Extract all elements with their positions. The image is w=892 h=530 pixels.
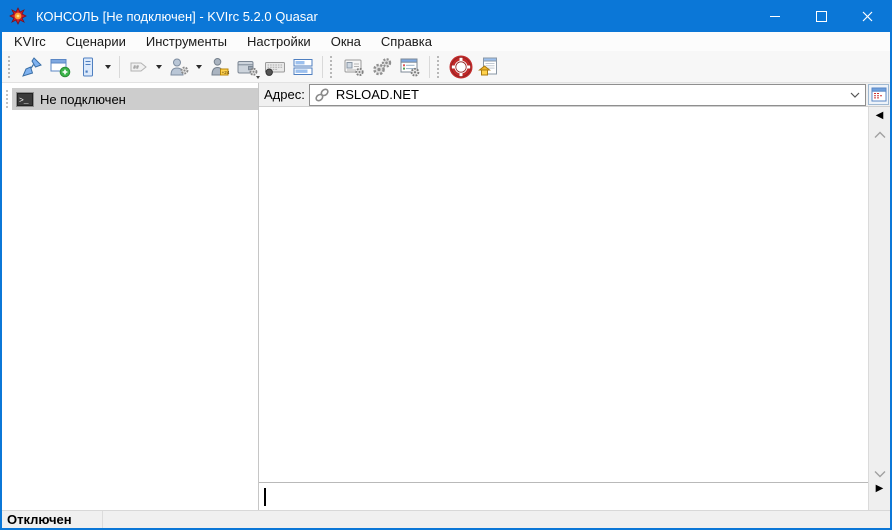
menu-help[interactable]: Справка <box>371 32 442 51</box>
collapse-right-icon[interactable]: ▶ <box>876 484 884 494</box>
user-away-badge-icon: +24 <box>211 57 230 75</box>
kvirc-window: КОНСОЛЬ [Не подключен] - KVIrc 5.2.0 Qua… <box>0 0 892 530</box>
status-bar: Отключен <box>2 510 890 528</box>
scroll-up-button[interactable] <box>874 131 886 139</box>
right-gutter: ◀ ▶ <box>868 107 890 510</box>
window-list-toggle-button[interactable] <box>868 84 889 105</box>
kvirc-flower-icon[interactable] <box>9 7 27 25</box>
servers-button[interactable] <box>74 53 102 81</box>
close-icon <box>862 11 872 21</box>
toolbar: +24 <box>2 51 890 83</box>
address-bar: Адрес: RSLOAD.NET <box>259 83 890 107</box>
gears-icon <box>373 57 392 75</box>
identity-wallet-button[interactable] <box>233 53 261 81</box>
away-button[interactable]: +24 <box>205 53 233 81</box>
menu-settings[interactable]: Настройки <box>237 32 321 51</box>
maximize-icon <box>815 10 827 22</box>
message-input[interactable] <box>259 482 868 510</box>
chevron-down-icon <box>874 471 885 478</box>
minimize-icon <box>770 15 780 17</box>
options-button[interactable] <box>368 53 396 81</box>
console-pane: Адрес: RSLOAD.NET ◀ ▶ <box>259 83 890 510</box>
window-list-item-console[interactable]: >_ Не подключен <box>12 88 258 110</box>
collapse-left-icon[interactable]: ◀ <box>876 111 884 121</box>
address-combobox[interactable]: RSLOAD.NET <box>308 83 866 106</box>
close-button[interactable] <box>844 0 890 32</box>
id-card-gear-icon <box>344 59 364 76</box>
address-dropdown[interactable] <box>847 92 863 98</box>
user-options-button[interactable] <box>165 53 193 81</box>
join-channel-button[interactable] <box>125 53 153 81</box>
chevron-down-icon <box>156 64 162 69</box>
user-wrench-icon <box>170 58 189 75</box>
toolbar-separator <box>119 55 120 78</box>
toolbar-grip[interactable] <box>437 55 443 78</box>
channel-hash-icon <box>130 62 147 71</box>
svg-text:+24: +24 <box>222 69 230 74</box>
home-document-icon <box>478 57 497 75</box>
console-output <box>259 107 868 482</box>
menu-scripts[interactable]: Сценарии <box>56 32 136 51</box>
join-channel-dropdown[interactable] <box>153 53 165 81</box>
wallet-gear-icon <box>237 60 258 76</box>
toolbar-separator <box>429 55 430 78</box>
window-list-body: >_ Не подключен <box>12 88 258 510</box>
address-label: Адрес: <box>264 87 305 102</box>
lifebuoy-icon <box>449 55 473 78</box>
server-icon <box>83 57 93 76</box>
identity-button[interactable] <box>340 53 368 81</box>
console-wrap: ◀ ▶ <box>259 107 890 510</box>
menu-tools[interactable]: Инструменты <box>136 32 237 51</box>
plug-connect-icon <box>22 56 42 77</box>
window-title: КОНСОЛЬ [Не подключен] - KVIrc 5.2.0 Qua… <box>36 8 318 24</box>
chevron-down-icon <box>196 64 202 69</box>
toolbar-grip[interactable] <box>8 55 14 78</box>
maximize-button[interactable] <box>798 0 844 32</box>
main-area: >_ Не подключен Адрес: RSLOAD.NET ◀ ▶ <box>2 83 890 510</box>
window-list-item-label: Не подключен <box>40 91 126 107</box>
text-caret <box>264 487 266 506</box>
address-value: RSLOAD.NET <box>335 87 419 102</box>
chain-link-icon <box>315 87 329 102</box>
scroll-down-button[interactable] <box>874 470 886 478</box>
svg-text:>_: >_ <box>19 96 29 105</box>
connection-status: Отключен <box>2 511 103 528</box>
grip-dots-icon <box>6 90 8 108</box>
window-plus-icon <box>50 58 71 77</box>
window-list-panel: >_ Не подключен <box>2 83 259 510</box>
keyboard-icon <box>265 61 285 76</box>
menu-kvirc[interactable]: KVIrc <box>4 32 56 51</box>
chevron-up-icon <box>874 131 885 138</box>
toolbar-separator <box>322 55 323 78</box>
toolbar-grip[interactable] <box>330 55 336 78</box>
window-list-grip[interactable] <box>2 88 12 510</box>
window-gear-icon <box>400 58 420 77</box>
console-column <box>259 107 868 510</box>
input-style-button[interactable] <box>289 53 317 81</box>
keyboard-button[interactable] <box>261 53 289 81</box>
new-console-button[interactable] <box>46 53 74 81</box>
titlebar: КОНСОЛЬ [Не подключен] - KVIrc 5.2.0 Qua… <box>2 0 890 32</box>
chevron-down-icon <box>850 92 860 98</box>
chevron-down-icon <box>105 64 111 69</box>
help-button[interactable] <box>447 53 475 81</box>
connect-button[interactable] <box>18 53 46 81</box>
servers-dropdown[interactable] <box>102 53 114 81</box>
console-terminal-icon: >_ <box>16 91 34 107</box>
theme-options-button[interactable] <box>396 53 424 81</box>
wallet-dropdown-icon <box>256 75 260 79</box>
homepage-button[interactable] <box>475 53 503 81</box>
user-options-dropdown[interactable] <box>193 53 205 81</box>
window-list-icon <box>871 87 886 102</box>
text-fields-icon <box>293 58 313 75</box>
menu-bar: KVIrc Сценарии Инструменты Настройки Окн… <box>2 32 890 51</box>
minimize-button[interactable] <box>752 0 798 32</box>
menu-windows[interactable]: Окна <box>321 32 371 51</box>
